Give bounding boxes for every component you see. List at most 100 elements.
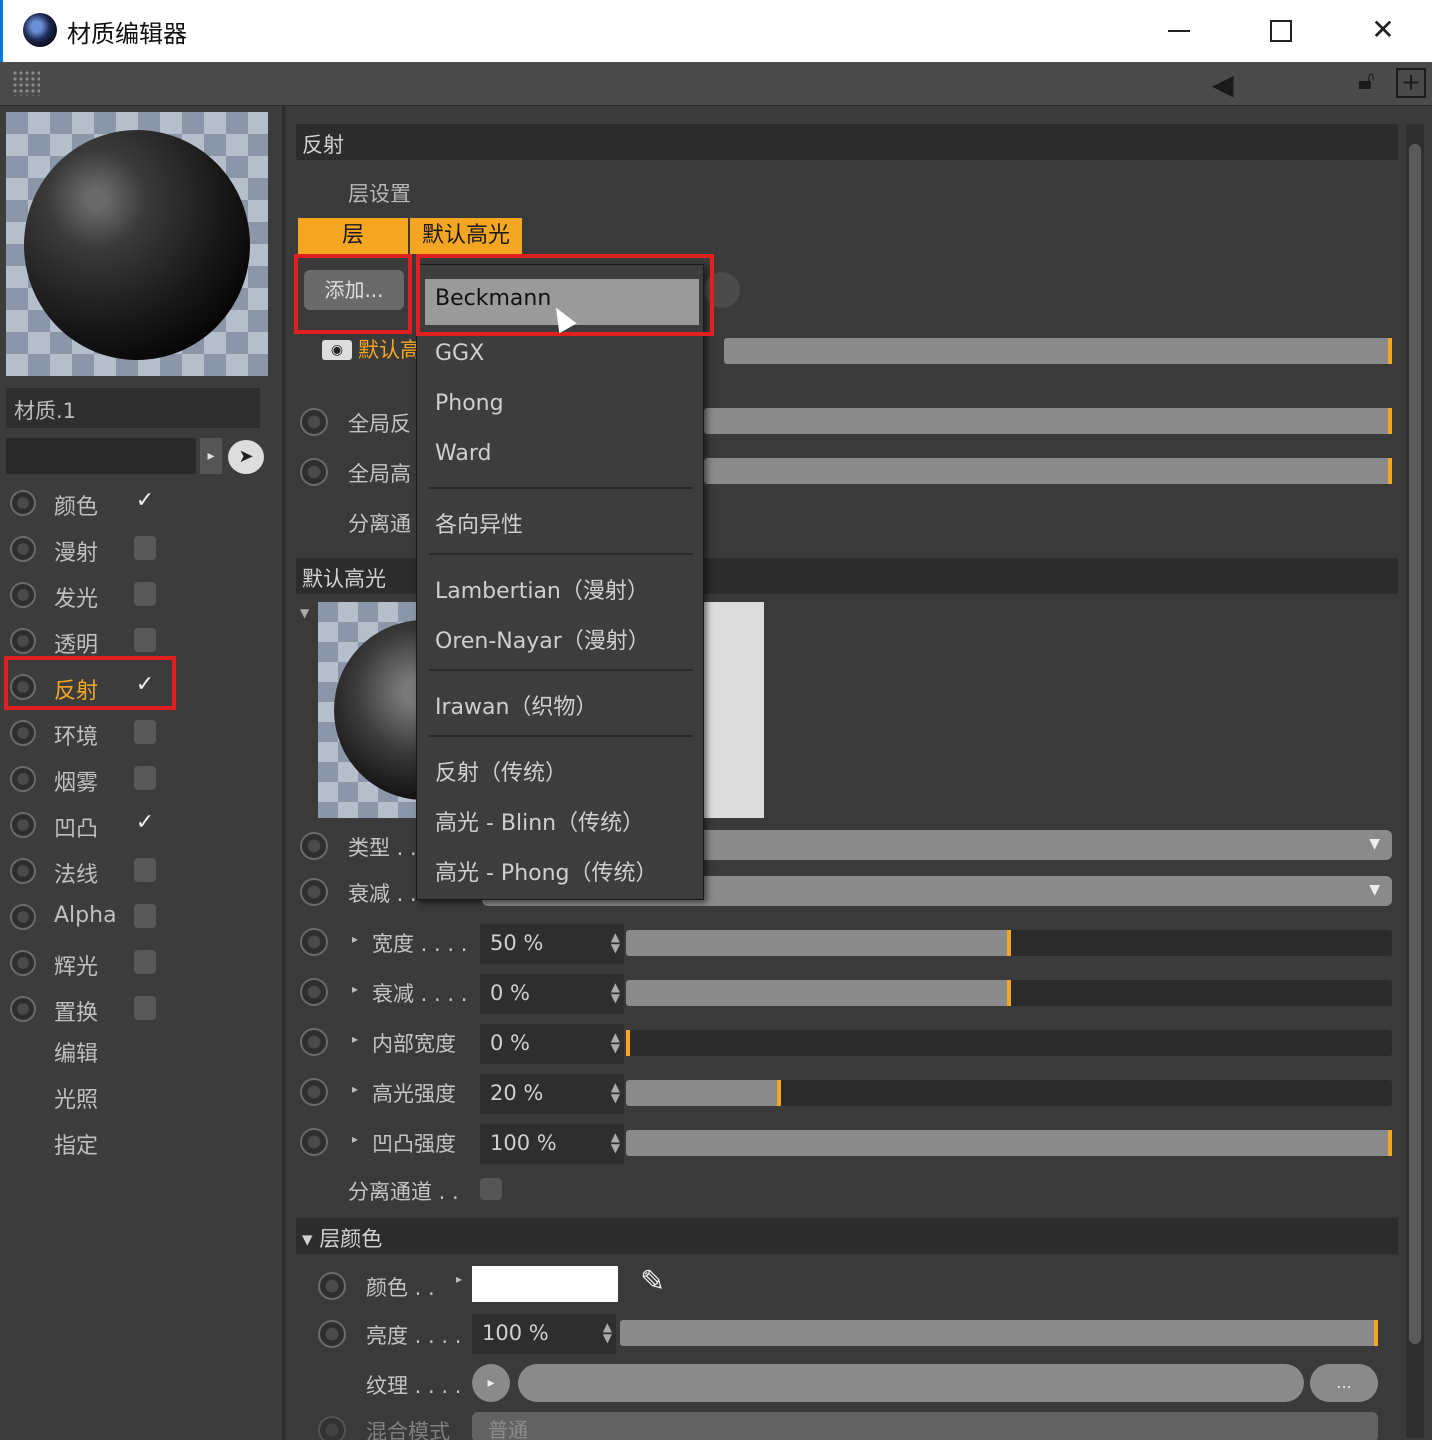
channel-checkbox[interactable] — [134, 628, 156, 652]
menu-item-anisotropic[interactable]: 各向异性 — [435, 507, 523, 539]
arrow-left-icon[interactable]: ◀ — [1212, 68, 1234, 101]
channel-item[interactable]: 环境 — [6, 712, 174, 752]
spinner-icon[interactable]: ▲ ▼ — [611, 981, 620, 1004]
channel-item[interactable]: 置换 — [6, 988, 174, 1028]
channel-checkbox[interactable] — [134, 582, 156, 606]
pick-cursor-icon[interactable]: ➤ — [228, 440, 264, 474]
scrollbar-thumb[interactable] — [1409, 144, 1421, 1344]
separate-pass-checkbox[interactable] — [480, 1178, 502, 1200]
slider-knob[interactable] — [1388, 1130, 1392, 1156]
eyedropper-icon[interactable]: ✎ — [640, 1264, 665, 1299]
color-expand-arrow-icon[interactable]: ▸ — [456, 1272, 462, 1286]
brightness-value-field[interactable]: 100 % ▲ ▼ — [472, 1314, 616, 1354]
param-value-field[interactable]: 100 % ▲ ▼ — [480, 1124, 624, 1164]
param-value-field[interactable]: 50 % ▲ ▼ — [480, 924, 624, 964]
menu-item-lambertian[interactable]: Lambertian（漫射） — [435, 573, 649, 605]
param-radio[interactable] — [300, 928, 328, 956]
channel-item[interactable]: 辉光 — [6, 942, 174, 982]
param-radio[interactable] — [300, 1028, 328, 1056]
texture-more-button[interactable]: ... — [1310, 1364, 1378, 1402]
blend-radio[interactable] — [318, 1416, 346, 1440]
channel-checkbox[interactable]: ✓ — [134, 812, 156, 836]
tab-default-specular[interactable]: 默认高光 — [410, 218, 522, 254]
channel-checkbox[interactable] — [134, 858, 156, 882]
slider-knob[interactable] — [626, 1030, 630, 1056]
param-slider[interactable] — [626, 980, 1392, 1006]
layer-name[interactable]: 默认高 — [358, 334, 421, 364]
channel-item[interactable]: 发光 — [6, 574, 174, 614]
menu-item-oren-nayar[interactable]: Oren-Nayar（漫射） — [435, 623, 650, 655]
param-radio[interactable] — [300, 978, 328, 1006]
menu-item-ward[interactable]: Ward — [435, 441, 491, 466]
color-radio[interactable] — [318, 1272, 346, 1300]
spinner-icon[interactable]: ▲ ▼ — [611, 1031, 620, 1054]
channel-radio[interactable] — [10, 766, 36, 792]
spinner-icon[interactable]: ▲ ▼ — [611, 1081, 620, 1104]
menu-edit[interactable]: 编辑 — [54, 1036, 98, 1068]
new-window-icon[interactable]: + — [1396, 68, 1426, 98]
channel-item[interactable]: 漫射 — [6, 528, 174, 568]
spinner-icon[interactable]: ▲ ▼ — [611, 931, 620, 954]
global-reflect-radio[interactable] — [300, 408, 328, 436]
brightness-slider[interactable] — [620, 1320, 1378, 1346]
channel-radio[interactable] — [10, 628, 36, 654]
minimize-button[interactable] — [1149, 10, 1209, 50]
menu-item-irawan[interactable]: Irawan（织物） — [435, 689, 597, 721]
channel-checkbox[interactable] — [134, 904, 156, 928]
param-slider[interactable] — [626, 1080, 1392, 1106]
layer-opacity-slider[interactable] — [724, 338, 1392, 364]
type-radio[interactable] — [300, 832, 328, 860]
spinner-icon[interactable]: ▲ ▼ — [603, 1321, 612, 1344]
channel-radio[interactable] — [10, 996, 36, 1022]
menu-item-phong-legacy[interactable]: 高光 - Phong（传统） — [435, 855, 658, 887]
channel-item[interactable]: 颜色 ✓ — [6, 482, 174, 522]
section-layer-color[interactable]: ▾ 层颜色 — [296, 1218, 1398, 1254]
menu-item-reflect-legacy[interactable]: 反射（传统） — [435, 755, 567, 787]
expand-arrow-icon[interactable]: ▸ — [352, 1082, 358, 1096]
channel-radio[interactable] — [10, 858, 36, 884]
channel-radio[interactable] — [10, 904, 36, 930]
channel-checkbox[interactable] — [134, 950, 156, 974]
channel-checkbox[interactable] — [134, 996, 156, 1020]
close-button[interactable]: ✕ — [1353, 10, 1413, 50]
material-preview[interactable] — [6, 112, 268, 376]
brightness-radio[interactable] — [318, 1320, 346, 1348]
param-slider[interactable] — [626, 930, 1392, 956]
menu-illumination[interactable]: 光照 — [54, 1082, 98, 1114]
texture-arrow-button[interactable]: ▸ — [472, 1364, 510, 1402]
expand-arrow-icon[interactable]: ▸ — [352, 1132, 358, 1146]
global-highlight-radio[interactable] — [300, 458, 328, 486]
tab-layer[interactable]: 层 — [298, 218, 408, 254]
param-slider[interactable] — [626, 1130, 1392, 1156]
menu-assign[interactable]: 指定 — [54, 1128, 98, 1160]
spinner-icon[interactable]: ▲ ▼ — [611, 1131, 620, 1154]
channel-search-input[interactable] — [6, 438, 196, 474]
menu-item-phong[interactable]: Phong — [435, 391, 504, 416]
global-reflect-slider[interactable] — [704, 408, 1392, 434]
expand-arrow-icon[interactable]: ▸ — [352, 982, 358, 996]
param-radio[interactable] — [300, 1078, 328, 1106]
param-value-field[interactable]: 0 % ▲ ▼ — [480, 974, 624, 1014]
channel-radio[interactable] — [10, 490, 36, 516]
expand-arrow-button[interactable]: ▸ — [200, 438, 222, 474]
channel-item[interactable]: 烟雾 — [6, 758, 174, 798]
menu-item-blinn-legacy[interactable]: 高光 - Blinn（传统） — [435, 805, 644, 837]
lock-icon[interactable]: 🔓︎ — [1358, 66, 1375, 97]
channel-item[interactable]: 法线 — [6, 850, 174, 890]
slider-knob[interactable] — [1007, 980, 1011, 1006]
channel-radio[interactable] — [10, 720, 36, 746]
blend-dropdown[interactable]: 普通 — [472, 1412, 1378, 1440]
scrollbar[interactable] — [1406, 124, 1424, 1438]
expand-arrow-icon[interactable]: ▸ — [352, 932, 358, 946]
channel-item[interactable]: Alpha — [6, 896, 174, 936]
channel-item[interactable]: 透明 — [6, 620, 174, 660]
slider-knob[interactable] — [1007, 930, 1011, 956]
param-value-field[interactable]: 20 % ▲ ▼ — [480, 1074, 624, 1114]
channel-radio[interactable] — [10, 950, 36, 976]
channel-radio[interactable] — [10, 536, 36, 562]
channel-checkbox[interactable] — [134, 766, 156, 790]
param-slider[interactable] — [626, 1030, 1392, 1056]
grip-handle-icon[interactable] — [12, 70, 40, 96]
channel-checkbox[interactable] — [134, 536, 156, 560]
param-radio[interactable] — [300, 1128, 328, 1156]
